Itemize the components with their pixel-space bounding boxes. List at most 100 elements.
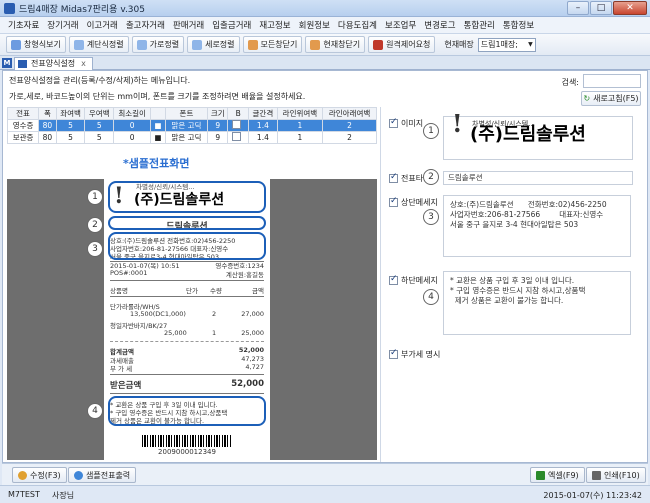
- font-picker-icon[interactable]: ■: [150, 131, 166, 144]
- print-button[interactable]: 인쇄(F10): [586, 467, 646, 483]
- item-2-price: 25,000: [164, 329, 187, 337]
- item-1-price: 13,500(DC1,000): [130, 310, 186, 318]
- col-left-margin[interactable]: 좌여백: [55, 107, 86, 120]
- font-picker-icon[interactable]: ■: [150, 119, 166, 132]
- menu-item-long-term[interactable]: 장기거래: [47, 19, 78, 31]
- col-font-picker[interactable]: [150, 107, 166, 120]
- divider: [110, 280, 264, 281]
- col-spacing[interactable]: 글간격: [248, 107, 278, 120]
- col-width[interactable]: 폭: [38, 107, 57, 120]
- bold-checkbox[interactable]: [227, 119, 250, 132]
- vat-option[interactable]: 부가세 명시: [389, 348, 440, 360]
- col-bold[interactable]: B: [227, 107, 250, 120]
- close-current-button[interactable]: 현재창닫기: [305, 36, 366, 53]
- minimize-button[interactable]: –: [567, 1, 589, 15]
- maximize-button[interactable]: □: [590, 1, 612, 15]
- bottom-bar: 수정(F3) 샘플전표출력 엑셀(F9) 인쇄(F10): [2, 463, 648, 485]
- cell: 1: [276, 119, 324, 132]
- col-line-top[interactable]: 라인위여백: [276, 107, 324, 120]
- cell: 5: [84, 119, 115, 132]
- logo-company: (주)드림솔루션: [470, 124, 586, 145]
- col-slip[interactable]: 전표: [6, 107, 40, 120]
- cell: 영수증: [6, 119, 40, 132]
- search-input[interactable]: [583, 74, 641, 88]
- excel-button[interactable]: 엑셀(F9): [530, 467, 585, 483]
- menu-item-aux[interactable]: 보조업무: [385, 19, 416, 31]
- cell: 1: [276, 131, 324, 144]
- col-font[interactable]: 폰트: [164, 107, 209, 120]
- main-content: 전표양식설정을 관리(등록/수정/삭제)하는 메뉴입니다. 가로,세로, 바코드…: [2, 70, 648, 463]
- table-row[interactable]: 영수증 80 5 5 0 ■ 맑은 고딕 9 1.4 1 2: [6, 119, 377, 132]
- windows-icon: [11, 39, 21, 50]
- view-windows-label: 창형식보기: [24, 40, 61, 49]
- header-textarea[interactable]: 상호:(주)드림솔루션 전화번호:02)456-2250 사업자번호:206-8…: [443, 195, 631, 257]
- checkbox-icon: [389, 196, 398, 207]
- title-input[interactable]: 드림솔루션: [443, 171, 633, 185]
- bold-checkbox[interactable]: [227, 131, 250, 144]
- cell: 1.4: [248, 131, 278, 144]
- menu-item-sales[interactable]: 판매거래: [173, 19, 204, 31]
- cell: 2: [322, 131, 377, 144]
- menu-item-multi-agg[interactable]: 다용도집계: [338, 19, 377, 31]
- col-min-length[interactable]: 최소길이: [113, 107, 152, 120]
- footer-option[interactable]: 하단메세지: [389, 274, 438, 286]
- divider: [110, 374, 264, 375]
- table-row[interactable]: 보관증 80 5 5 0 ■ 맑은 고딕 9 1.4 1 2: [6, 131, 377, 144]
- menu-item-deposit[interactable]: 입출금거래: [212, 19, 251, 31]
- tile-horizontal-icon: [136, 39, 147, 50]
- logo-mark: !: [452, 109, 463, 138]
- callout-number-3: 3: [423, 209, 439, 225]
- menu-item-integrated-info[interactable]: 통합정보: [503, 19, 534, 31]
- close-button[interactable]: ✕: [613, 1, 647, 15]
- col-right-margin[interactable]: 우여백: [84, 107, 115, 120]
- chevron-down-icon: ▼: [528, 41, 533, 48]
- menu-item-transfer[interactable]: 이고거래: [87, 19, 118, 31]
- menu-item-integrated-mgmt[interactable]: 통합관리: [464, 19, 495, 31]
- tab-slip-settings[interactable]: 전표양식설정 x: [14, 57, 93, 70]
- footer-label: 하단메세지: [401, 276, 438, 285]
- edit-icon: [18, 470, 27, 480]
- menu-item-members[interactable]: 회원정보: [299, 19, 330, 31]
- tab-close-icon[interactable]: x: [81, 59, 86, 68]
- refresh-button[interactable]: ↻ 새로고침(F5): [581, 91, 641, 106]
- remote-control-button[interactable]: 원격제어요청: [368, 36, 436, 53]
- image-option[interactable]: 이미지: [389, 117, 423, 129]
- cashier: 계산원:홍길동: [225, 271, 264, 279]
- callout-footer: [108, 396, 266, 426]
- close-all-label: 모든창닫기: [260, 40, 298, 49]
- footer-textarea[interactable]: * 교환은 상품 구입 후 3일 이내 입니다. * 구입 영수증은 반드시 지…: [443, 271, 631, 335]
- store-select[interactable]: 드림1매장; ▼: [477, 37, 536, 52]
- header-option[interactable]: 상단메세지: [389, 196, 438, 208]
- tile-horizontal-button[interactable]: 가로정렬: [131, 36, 185, 53]
- sample-print-label: 샘플전표출력: [86, 470, 131, 480]
- menu-item-inventory[interactable]: 재고정보: [259, 19, 290, 31]
- menu-item-changelog[interactable]: 변경로그: [424, 19, 455, 31]
- sample-print-button[interactable]: 샘플전표출력: [68, 467, 137, 483]
- menu-item-basics[interactable]: 기초자료: [8, 19, 39, 31]
- menu-badge: M: [2, 58, 12, 68]
- window-controls: – □ ✕: [567, 1, 647, 15]
- callout-header: [108, 232, 266, 260]
- checkbox-icon: [389, 172, 398, 183]
- store-label: 현재매장: [444, 40, 474, 49]
- cell: 0: [113, 131, 152, 144]
- tile-vertical-button[interactable]: 세로정렬: [187, 36, 240, 53]
- edit-button[interactable]: 수정(F3): [12, 467, 67, 483]
- col-size[interactable]: 크기: [207, 107, 229, 120]
- tile-horizontal-label: 가로정렬: [149, 40, 180, 49]
- vat-value: 4,727: [245, 363, 264, 371]
- checkbox-icon: [389, 274, 398, 285]
- printer-icon: [592, 470, 601, 480]
- description-line-2: 가로,세로, 바코드높이의 단위는 mm이며, 폰트를 크기를 조정하려면 배율…: [9, 92, 306, 101]
- cascade-button[interactable]: 계단식정렬: [68, 36, 129, 53]
- menu-item-shipping[interactable]: 출고자거래: [126, 19, 165, 31]
- refresh-icon: ↻: [583, 94, 591, 103]
- status-bar: M7TEST 사장님 2015-01-07(수) 11:23:42: [0, 485, 650, 503]
- view-windows-button[interactable]: 창형식보기: [6, 36, 66, 53]
- col-line-bottom[interactable]: 라인아래여백: [322, 107, 377, 120]
- cell: 80: [38, 131, 57, 144]
- logo-image-box[interactable]: ! 차별성/신뢰/시스템... (주)드림솔루션: [443, 109, 633, 160]
- close-all-button[interactable]: 모든창닫기: [242, 36, 303, 53]
- cell: 5: [55, 119, 86, 132]
- form-icon: [18, 60, 27, 68]
